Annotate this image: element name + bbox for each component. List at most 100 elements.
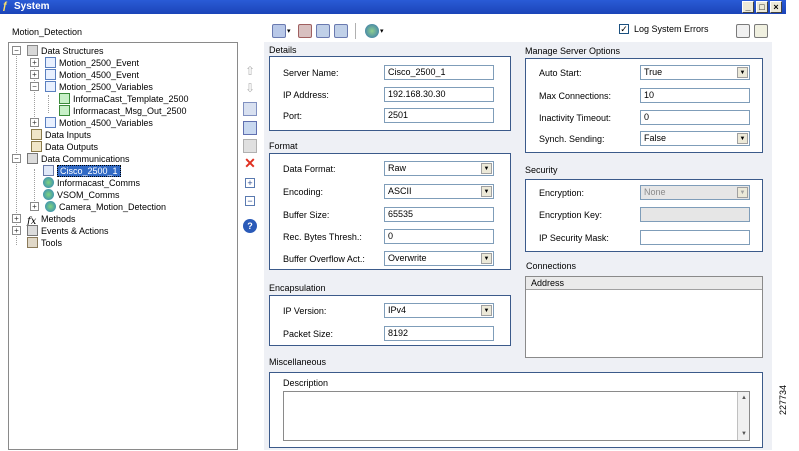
- auto-start-select[interactable]: True ▼: [640, 65, 750, 80]
- toolbar-separator: [355, 23, 356, 39]
- port-label: Port:: [283, 111, 303, 121]
- max-connections-field[interactable]: 10: [640, 88, 750, 103]
- buffer-size-field[interactable]: 65535: [384, 207, 494, 222]
- globe-icon[interactable]: [365, 24, 379, 38]
- ip-address-label: IP Address:: [283, 90, 329, 100]
- connections-list[interactable]: Address: [525, 276, 763, 358]
- title-bar: ƒ System _ □ ×: [0, 0, 786, 14]
- expand-icon[interactable]: +: [30, 118, 39, 127]
- scroll-down-icon[interactable]: ▼: [739, 429, 749, 439]
- encryption-select[interactable]: None ▼: [640, 185, 750, 200]
- dropdown-arrow-icon[interactable]: ▾: [380, 27, 384, 35]
- dropdown-arrow-icon[interactable]: ▾: [287, 27, 291, 35]
- address-column-header[interactable]: Address: [531, 278, 564, 288]
- inactivity-timeout-field[interactable]: 0: [640, 110, 750, 125]
- expand-icon[interactable]: +: [30, 58, 39, 67]
- paste-icon[interactable]: [243, 139, 257, 153]
- encryption-key-label: Encryption Key:: [539, 210, 603, 220]
- minimize-button[interactable]: _: [742, 1, 754, 13]
- template-icon: [59, 93, 70, 104]
- delete-item-icon[interactable]: [298, 24, 312, 38]
- move-up-icon[interactable]: ⇧: [243, 64, 257, 78]
- close-button[interactable]: ×: [770, 1, 782, 13]
- edit-document-icon[interactable]: [754, 24, 768, 38]
- dropdown-arrow-icon[interactable]: ▼: [737, 67, 748, 78]
- insert-icon[interactable]: [243, 102, 257, 116]
- expand-icon[interactable]: +: [30, 202, 39, 211]
- copy-icon[interactable]: [243, 121, 257, 135]
- dropdown-arrow-icon[interactable]: ▼: [481, 163, 492, 174]
- input-icon: [31, 129, 42, 140]
- structure-icon: [45, 117, 56, 128]
- dropdown-arrow-icon[interactable]: ▼: [481, 253, 492, 264]
- tree-item-informacast-msg-out[interactable]: Informacast_Msg_Out_2500: [59, 105, 187, 117]
- auto-start-label: Auto Start:: [539, 68, 582, 78]
- server-options-title: Manage Server Options: [525, 46, 621, 56]
- packet-size-label: Packet Size:: [283, 329, 334, 339]
- tree-item-tools[interactable]: Tools: [27, 237, 62, 249]
- packet-size-field[interactable]: 8192: [384, 326, 494, 341]
- port-field[interactable]: 2501: [384, 108, 494, 123]
- help-icon[interactable]: ?: [243, 219, 257, 233]
- add-item-icon[interactable]: [272, 24, 286, 38]
- dropdown-arrow-icon[interactable]: ▼: [737, 187, 748, 198]
- buffer-overflow-label: Buffer Overflow Act.:: [283, 254, 365, 264]
- tree-item-informacast-comms[interactable]: Informacast_Comms: [43, 177, 140, 189]
- encoding-label: Encoding:: [283, 187, 324, 197]
- scroll-up-icon[interactable]: ▲: [739, 393, 749, 403]
- globe-icon: [43, 177, 54, 188]
- globe-icon: [43, 189, 54, 200]
- description-textarea[interactable]: [283, 391, 750, 441]
- structure-icon: [45, 57, 56, 68]
- tree-item-vsom-comms[interactable]: VSOM_Comms: [43, 189, 120, 201]
- expand-icon[interactable]: +: [30, 70, 39, 79]
- encoding-select[interactable]: ASCII ▼: [384, 184, 494, 199]
- view-document-icon[interactable]: [736, 24, 750, 38]
- ip-security-mask-field[interactable]: [640, 230, 750, 245]
- copy-item-icon[interactable]: [316, 24, 330, 38]
- collapse-icon[interactable]: −: [30, 82, 39, 91]
- tree-root-label: Motion_Detection: [12, 27, 83, 37]
- window-title: System: [14, 1, 50, 12]
- expand-icon[interactable]: +: [12, 214, 21, 223]
- expand-icon[interactable]: +: [12, 226, 21, 235]
- server-name-field[interactable]: Cisco_2500_1: [384, 65, 494, 80]
- dropdown-arrow-icon[interactable]: ▼: [737, 133, 748, 144]
- max-connections-label: Max Connections:: [539, 91, 612, 101]
- events-icon: [27, 225, 38, 236]
- network-icon: [27, 153, 38, 164]
- expand-all-icon[interactable]: +: [245, 178, 255, 188]
- synch-sending-select[interactable]: False ▼: [640, 131, 750, 146]
- ip-address-field[interactable]: 192.168.30.30: [384, 87, 494, 102]
- dropdown-arrow-icon[interactable]: ▼: [481, 186, 492, 197]
- tree-panel: − Data Structures + Motion_2500_Event + …: [8, 42, 238, 450]
- misc-title: Miscellaneous: [269, 357, 327, 367]
- maximize-button[interactable]: □: [756, 1, 768, 13]
- rec-bytes-thresh-field[interactable]: 0: [384, 229, 494, 244]
- buffer-overflow-select[interactable]: Overwrite ▼: [384, 251, 494, 266]
- collapse-icon[interactable]: −: [12, 154, 21, 163]
- structure-icon: [45, 69, 56, 80]
- data-format-select[interactable]: Raw ▼: [384, 161, 494, 176]
- delete-icon[interactable]: ✕: [243, 156, 257, 170]
- connections-title: Connections: [526, 261, 577, 271]
- dropdown-arrow-icon[interactable]: ▼: [481, 305, 492, 316]
- buffer-size-label: Buffer Size:: [283, 210, 330, 220]
- inactivity-timeout-label: Inactivity Timeout:: [539, 113, 612, 123]
- encryption-label: Encryption:: [539, 188, 585, 198]
- globe-icon: [45, 201, 56, 212]
- description-scrollbar[interactable]: ▲ ▼: [737, 392, 749, 440]
- move-down-icon[interactable]: ⇩: [243, 81, 257, 95]
- collapse-icon[interactable]: −: [12, 46, 21, 55]
- tree-item-data-inputs[interactable]: Data Inputs: [31, 129, 91, 141]
- tree-item-cisco-2500-1[interactable]: Cisco_2500_1: [43, 165, 121, 177]
- template-icon: [59, 105, 70, 116]
- tree-item-data-outputs[interactable]: Data Outputs: [31, 141, 98, 153]
- ip-version-select[interactable]: IPv4 ▼: [384, 303, 494, 318]
- log-errors-checkbox[interactable]: ✓: [619, 24, 629, 34]
- move-item-icon[interactable]: [334, 24, 348, 38]
- encryption-key-field[interactable]: [640, 207, 750, 222]
- connections-header: Address: [526, 277, 762, 290]
- tree-item-informacast-template[interactable]: InformaCast_Template_2500: [59, 93, 189, 105]
- collapse-all-icon[interactable]: −: [245, 196, 255, 206]
